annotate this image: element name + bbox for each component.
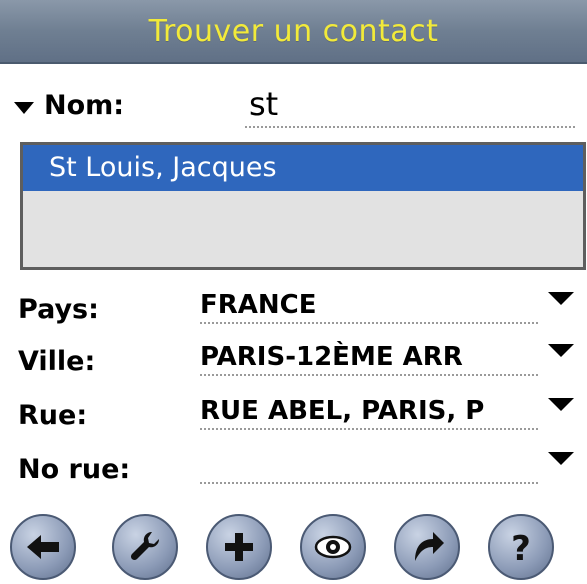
eye-icon <box>314 535 352 559</box>
screen-title: Trouver un contact <box>148 13 439 49</box>
redo-arrow-icon <box>415 532 444 561</box>
street-value[interactable]: RUE ABEL, PARIS, P <box>200 392 538 430</box>
city-dropdown-icon[interactable] <box>548 344 574 357</box>
name-label: Nom: <box>44 90 125 121</box>
street-number-label: No rue: <box>18 454 131 485</box>
street-number-dropdown-icon[interactable] <box>548 452 574 465</box>
help-button[interactable]: ? <box>488 514 554 580</box>
contact-result-item[interactable]: St Louis, Jacques <box>23 145 583 191</box>
country-row: Pays: FRANCE <box>0 286 587 336</box>
name-search-label-row[interactable]: Nom: <box>14 90 124 121</box>
plus-icon <box>225 533 253 561</box>
svg-text:?: ? <box>511 529 531 567</box>
bottom-toolbar: ? <box>0 508 587 584</box>
wrench-icon <box>130 531 160 561</box>
street-number-value[interactable] <box>200 446 538 484</box>
city-value[interactable]: PARIS-12ÈME ARR <box>200 338 538 376</box>
name-search-input[interactable]: st <box>245 84 575 128</box>
street-dropdown-icon[interactable] <box>548 398 574 411</box>
back-arrow-icon <box>27 535 59 559</box>
back-button[interactable] <box>10 514 76 580</box>
contact-results-list[interactable]: St Louis, Jacques <box>20 142 586 270</box>
street-number-row: No rue: <box>0 446 587 496</box>
help-icon: ? <box>511 529 531 567</box>
redo-button[interactable] <box>394 514 460 580</box>
street-label: Rue: <box>18 400 88 431</box>
view-button[interactable] <box>300 514 366 580</box>
country-dropdown-icon[interactable] <box>548 292 574 305</box>
country-label: Pays: <box>18 294 99 325</box>
add-contact-button[interactable] <box>206 514 272 580</box>
title-bar: Trouver un contact <box>0 0 587 64</box>
city-label: Ville: <box>18 346 96 377</box>
street-row: Rue: RUE ABEL, PARIS, P <box>0 392 587 442</box>
country-value[interactable]: FRANCE <box>200 286 538 324</box>
name-field-dropdown-icon[interactable] <box>14 101 34 114</box>
find-contact-screen: Trouver un contact Nom: st St Louis, Jac… <box>0 0 587 584</box>
settings-button[interactable] <box>112 514 178 580</box>
city-row: Ville: PARIS-12ÈME ARR <box>0 338 587 388</box>
